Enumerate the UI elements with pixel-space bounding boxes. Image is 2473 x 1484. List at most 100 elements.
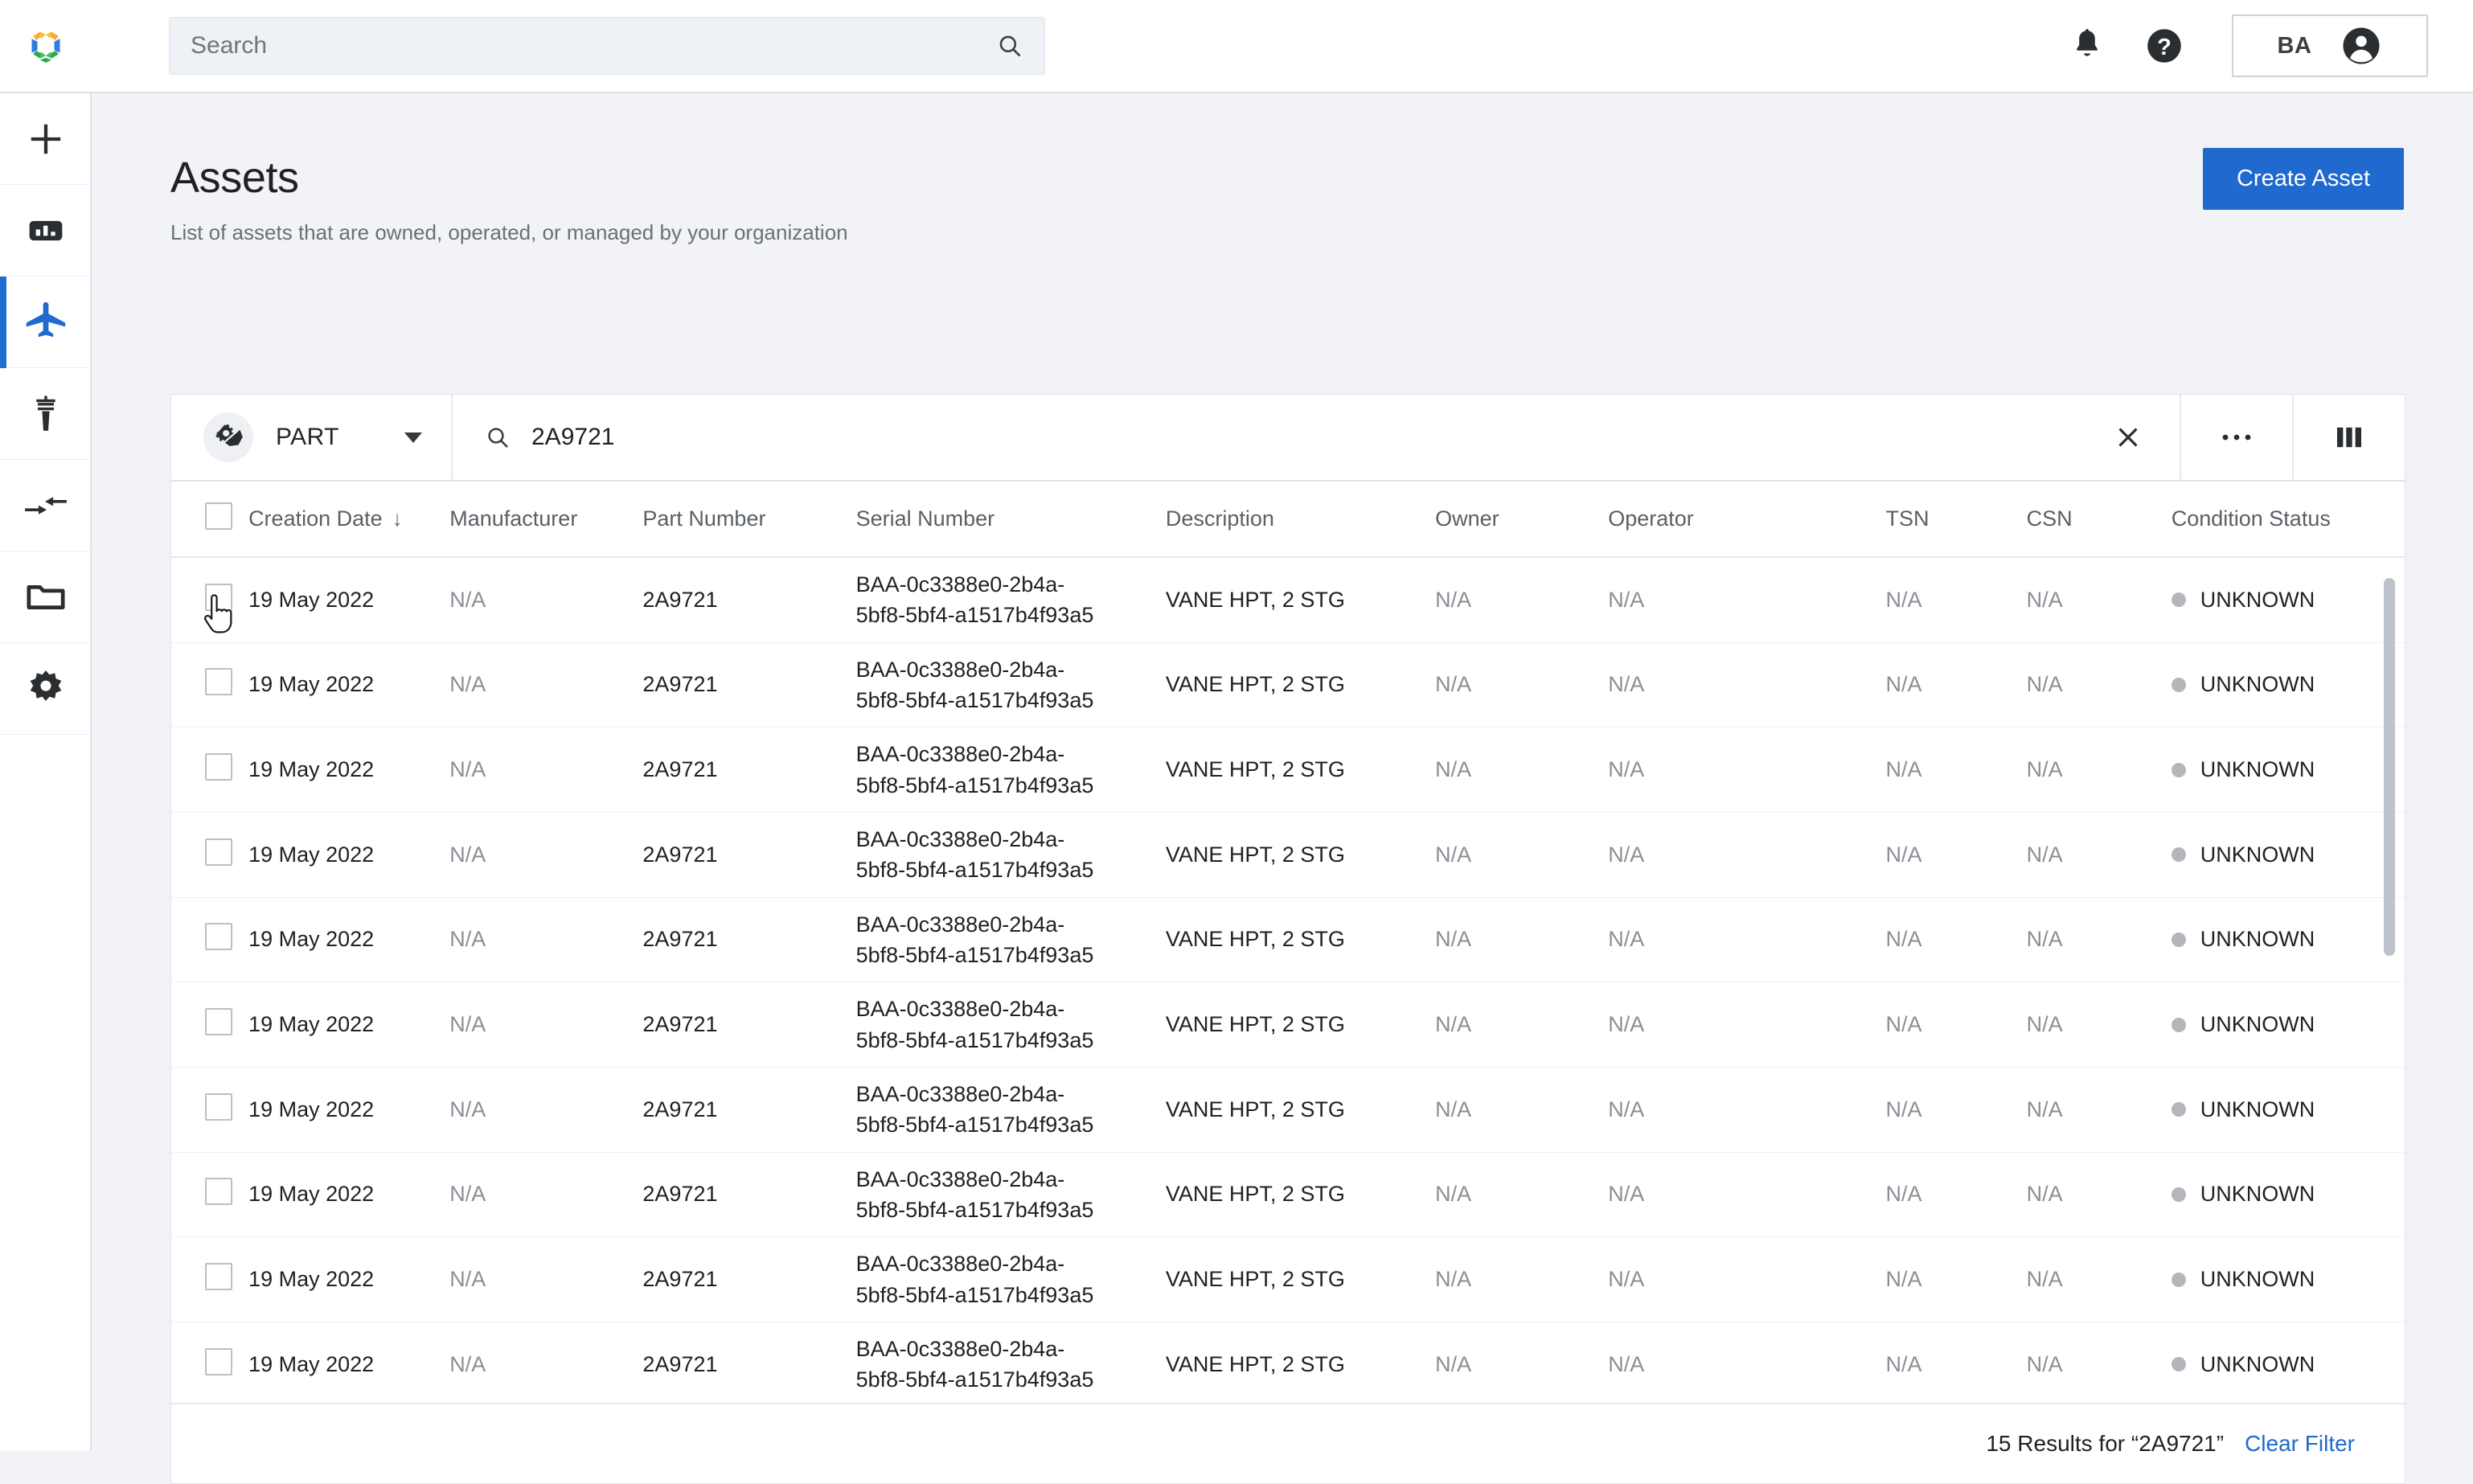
- status-dot-icon: [2171, 1357, 2186, 1372]
- sidebar-item-settings[interactable]: [0, 643, 92, 735]
- table-row[interactable]: 19 May 2022 N/A 2A9721 BAA-0c3388e0-2b4a- 5b…: [171, 1236, 2405, 1322]
- status-dot-icon: [2171, 932, 2186, 947]
- column-header-creation-date[interactable]: Creation Date ↓: [248, 482, 450, 558]
- cell-serial-number: BAA-0c3388e0-2b4a- 5bf8-5bf4-a1517b4f93a5: [855, 897, 1166, 983]
- column-header-manufacturer[interactable]: Manufacturer: [449, 482, 643, 558]
- status-badge: UNKNOWN: [2200, 1267, 2315, 1292]
- cell-operator: N/A: [1608, 897, 1886, 983]
- cell-description: VANE HPT, 2 STG: [1165, 897, 1436, 983]
- column-header-serial-number[interactable]: Serial Number: [855, 482, 1166, 558]
- cell-csn: N/A: [2026, 982, 2172, 1068]
- cell-owner: N/A: [1435, 897, 1609, 983]
- notifications-button[interactable]: [2049, 7, 2126, 84]
- cell-serial-number: BAA-0c3388e0-2b4a- 5bf8-5bf4-a1517b4f93a5: [855, 1152, 1166, 1238]
- cell-tsn: N/A: [1885, 812, 2027, 898]
- row-checkbox[interactable]: [205, 923, 232, 951]
- select-all-checkbox[interactable]: [205, 502, 232, 530]
- cell-manufacturer: N/A: [449, 982, 643, 1068]
- chevron-down-icon[interactable]: [404, 432, 422, 443]
- cell-operator: N/A: [1608, 642, 1886, 728]
- columns-settings-button[interactable]: [2292, 395, 2405, 480]
- table-row[interactable]: 19 May 2022 N/A 2A9721 BAA-0c3388e0-2b4a- 5b…: [171, 727, 2405, 813]
- page-header: Assets List of assets that are owned, op…: [93, 93, 2473, 245]
- table-row[interactable]: 19 May 2022 N/A 2A9721 BAA-0c3388e0-2b4a- 5b…: [171, 897, 2405, 983]
- row-checkbox[interactable]: [205, 1347, 232, 1375]
- row-select-cell: [171, 1152, 249, 1238]
- assets-table: Creation Date ↓ Manufacturer Part Number …: [171, 482, 2405, 1404]
- column-header-tsn[interactable]: TSN: [1885, 482, 2027, 558]
- column-header-description[interactable]: Description: [1165, 482, 1436, 558]
- results-count: 15 Results for “2A9721”: [1986, 1431, 2225, 1456]
- search-icon[interactable]: [996, 32, 1023, 59]
- row-checkbox[interactable]: [205, 753, 232, 781]
- column-header-part-number[interactable]: Part Number: [642, 482, 856, 558]
- table-row[interactable]: 19 May 2022 N/A 2A9721 BAA-0c3388e0-2b4a- 5b…: [171, 812, 2405, 898]
- cell-csn: N/A: [2026, 1322, 2172, 1404]
- cell-owner: N/A: [1435, 557, 1609, 643]
- column-header-owner[interactable]: Owner: [1435, 482, 1609, 558]
- status-dot-icon: [2171, 1272, 2186, 1287]
- sidebar-item-assets[interactable]: [0, 277, 92, 368]
- search-icon: [488, 428, 508, 448]
- table-row[interactable]: 19 May 2022 N/A 2A9721 BAA-0c3388e0-2b4a- 5b…: [171, 1322, 2405, 1404]
- cell-csn: N/A: [2026, 557, 2172, 643]
- create-asset-button[interactable]: Create Asset: [2202, 148, 2404, 210]
- row-checkbox[interactable]: [205, 838, 232, 866]
- row-checkbox[interactable]: [205, 1178, 232, 1206]
- cell-part-number: 2A9721: [642, 812, 856, 898]
- column-header-operator[interactable]: Operator: [1608, 482, 1886, 558]
- top-bar-actions: ? BA: [2049, 0, 2473, 92]
- cell-operator: N/A: [1608, 1236, 1886, 1322]
- sidebar-item-add[interactable]: [0, 93, 92, 185]
- cell-condition-status: UNKNOWN: [2171, 1067, 2405, 1153]
- cell-creation-date: 19 May 2022: [248, 1322, 450, 1404]
- row-checkbox[interactable]: [205, 1008, 232, 1036]
- table-row[interactable]: 19 May 2022 N/A 2A9721 BAA-0c3388e0-2b4a- 5b…: [171, 557, 2405, 643]
- table-row[interactable]: 19 May 2022 N/A 2A9721 BAA-0c3388e0-2b4a- 5b…: [171, 982, 2405, 1068]
- row-checkbox[interactable]: [205, 583, 232, 611]
- clear-filter-link[interactable]: Clear Filter: [2245, 1431, 2355, 1457]
- cell-description: VANE HPT, 2 STG: [1165, 1152, 1436, 1238]
- help-button[interactable]: ?: [2126, 7, 2203, 84]
- status-dot-icon: [2171, 1187, 2186, 1202]
- row-checkbox[interactable]: [205, 668, 232, 696]
- status-badge: UNKNOWN: [2200, 842, 2315, 867]
- table-row[interactable]: 19 May 2022 N/A 2A9721 BAA-0c3388e0-2b4a- 5b…: [171, 642, 2405, 728]
- status-badge: UNKNOWN: [2200, 1097, 2315, 1121]
- cell-part-number: 2A9721: [642, 642, 856, 728]
- sidebar-item-dashboard[interactable]: [0, 185, 92, 277]
- cell-tsn: N/A: [1885, 727, 2027, 813]
- filter-search-input[interactable]: [531, 424, 2077, 451]
- account-menu[interactable]: BA: [2232, 14, 2428, 77]
- column-header-condition-status[interactable]: Condition Status: [2171, 482, 2405, 558]
- column-header-csn[interactable]: CSN: [2026, 482, 2172, 558]
- asset-type-dropdown[interactable]: PART: [171, 395, 453, 480]
- sidebar-item-documents[interactable]: [0, 551, 92, 643]
- table-row[interactable]: 19 May 2022 N/A 2A9721 BAA-0c3388e0-2b4a- 5b…: [171, 1152, 2405, 1238]
- row-checkbox[interactable]: [205, 1093, 232, 1121]
- sort-descending-icon[interactable]: ↓: [392, 506, 403, 531]
- cell-manufacturer: N/A: [449, 1236, 643, 1322]
- clear-search-button[interactable]: [2077, 395, 2180, 480]
- cell-manufacturer: N/A: [449, 557, 643, 643]
- plus-icon: [31, 124, 61, 154]
- cell-manufacturer: N/A: [449, 897, 643, 983]
- table-vertical-scrollbar[interactable]: [2384, 578, 2395, 956]
- table-head: Creation Date ↓ Manufacturer Part Number …: [171, 482, 2405, 558]
- cell-operator: N/A: [1608, 557, 1886, 643]
- global-search-box[interactable]: [169, 17, 1045, 75]
- table-row[interactable]: 19 May 2022 N/A 2A9721 BAA-0c3388e0-2b4a- 5b…: [171, 1067, 2405, 1153]
- page-title: Assets: [170, 154, 299, 202]
- cell-creation-date: 19 May 2022: [248, 727, 450, 813]
- cell-description: VANE HPT, 2 STG: [1165, 812, 1436, 898]
- app-logo[interactable]: [0, 0, 92, 92]
- row-checkbox[interactable]: [205, 1263, 232, 1291]
- row-select-cell: [171, 982, 249, 1068]
- more-options-button[interactable]: [2180, 395, 2292, 480]
- filter-search-box[interactable]: [453, 395, 2077, 480]
- cell-tsn: N/A: [1885, 1152, 2027, 1238]
- sidebar-item-operations[interactable]: [0, 368, 92, 460]
- sidebar-item-transfers[interactable]: [0, 460, 92, 551]
- search-input[interactable]: [191, 32, 996, 59]
- cell-owner: N/A: [1435, 1067, 1609, 1153]
